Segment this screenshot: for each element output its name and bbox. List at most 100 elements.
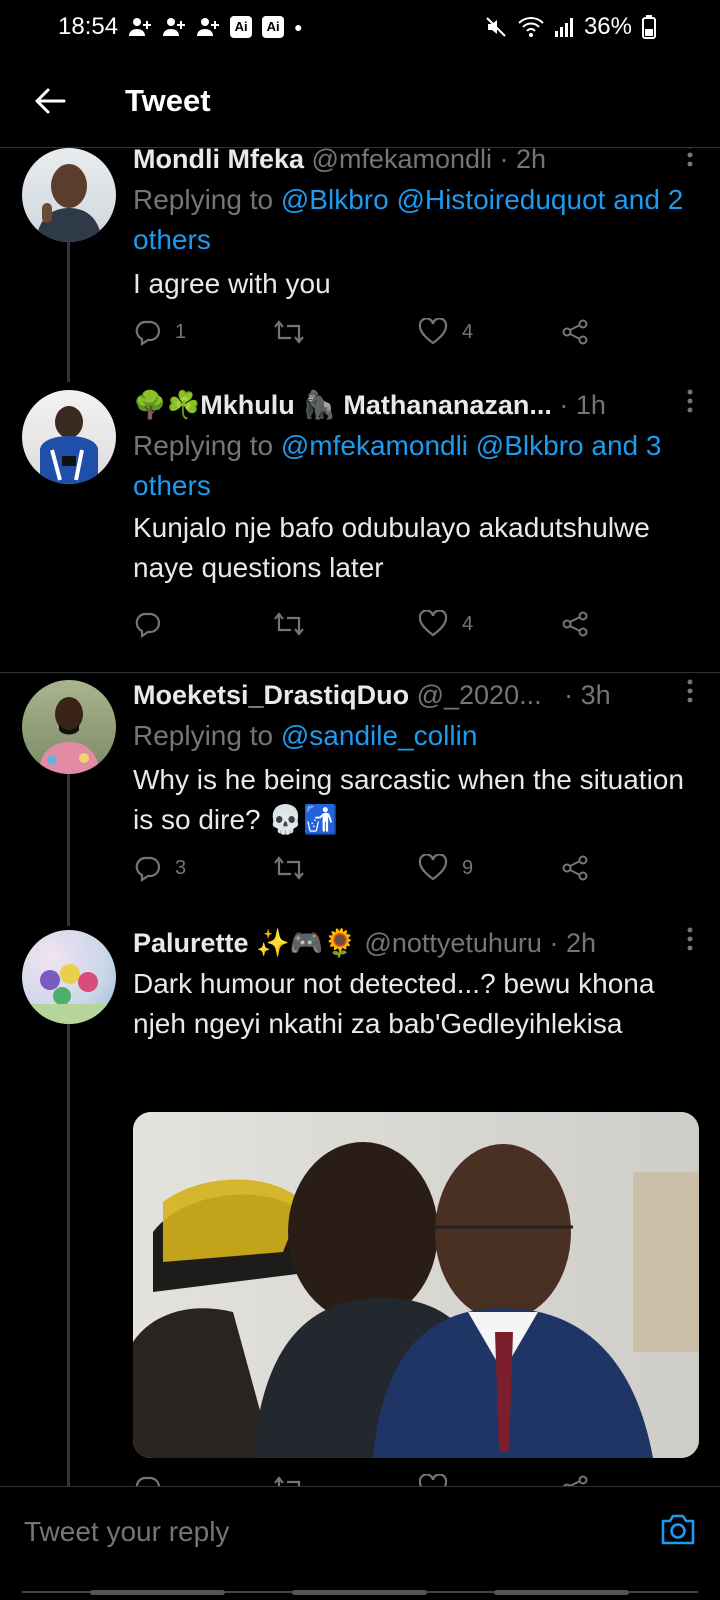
camera-icon[interactable] [658,1509,698,1549]
tweet[interactable]: Palurette ✨🎮🌻 @nottyetuhuru · 2h Dark hu… [133,926,693,1044]
tweet-actions-partial [133,1474,603,1486]
handle[interactable]: @mfekamondli [312,148,492,176]
more-options-icon[interactable] [680,678,700,704]
avatar-image [38,697,100,774]
retweet-button[interactable] [273,854,319,882]
battery-charging-icon [642,15,656,39]
display-name[interactable]: Mondli Mfeka [133,148,304,176]
avatar[interactable] [22,680,116,774]
replying-to: Replying to @Blkbro @Histoireduquot and … [133,180,692,260]
tweet-meta: Moeketsi_DrastiqDuo @_2020... · 3h [133,678,692,712]
nav-home-handle[interactable] [292,1590,427,1595]
like-count: 9 [462,856,474,879]
heart-icon [418,610,448,637]
share-button[interactable] [561,854,589,882]
avatar-image [40,406,98,484]
like-button[interactable]: 9 [418,854,473,882]
like-count: 4 [462,320,474,343]
nav-recent-handle[interactable] [90,1590,225,1595]
tweet[interactable]: Mondli Mfeka @mfekamondli · 2h Replying … [133,148,693,304]
photo-content [133,1112,699,1458]
share-icon [562,855,588,881]
tweet-meta: 🌳☘️ Mkhulu 🦍 Mathananazan... · 1h [133,388,692,422]
reply-button[interactable]: 1 [133,318,186,346]
mute-icon [486,17,506,37]
replying-to-mentions[interactable]: @sandile_collin [281,720,478,751]
back-button[interactable] [25,76,75,126]
thread-line [67,1024,70,1486]
add-person-icon [197,18,220,36]
display-name[interactable]: Moeketsi_DrastiqDuo [133,678,409,712]
tweet-meta: Palurette ✨🎮🌻 @nottyetuhuru · 2h [133,926,692,960]
reply-icon [135,1476,160,1486]
heart-icon [418,1474,448,1486]
heart-icon [418,318,448,345]
replying-to-prefix: Replying to [133,720,274,751]
signal-icon [554,18,573,37]
reply-feed[interactable]: Mondli Mfeka @mfekamondli · 2h Replying … [0,148,720,1486]
tweet-text: Why is he being sarcastic when the situa… [133,764,684,835]
avatar-image [22,964,116,1024]
tweet-actions: 4 [133,610,603,642]
reply-input[interactable] [22,1511,626,1553]
tweet-text: Dark humour not detected...? bewu khona … [133,968,655,1039]
nav-back-handle[interactable] [494,1590,629,1595]
more-options-icon[interactable] [680,926,700,952]
share-button[interactable] [561,610,589,638]
share-button[interactable] [561,1474,589,1486]
dot-icon: ● [294,19,303,35]
system-nav-bar [0,1586,720,1600]
retweet-button[interactable] [273,1474,305,1486]
tweet[interactable]: 🌳☘️ Mkhulu 🦍 Mathananazan... · 1h Replyin… [133,388,693,588]
handle[interactable]: @_2020... [417,678,542,712]
tweet-photo[interactable] [133,1112,699,1458]
reply-count: 1 [175,320,187,343]
status-bar-left: 18:54 Ai Ai ● [58,13,303,41]
reply-icon [135,320,161,346]
retweet-button[interactable] [273,318,319,346]
timestamp: · 2h [499,148,547,174]
divider [0,672,720,673]
avatar[interactable] [22,930,116,1024]
timestamp: · 1h [559,390,606,420]
heart-icon [418,854,448,881]
reply-button[interactable] [133,1474,161,1486]
more-options-icon[interactable] [680,388,700,414]
wifi-icon [518,17,544,37]
share-icon [562,1475,588,1486]
avatar[interactable] [22,390,116,484]
display-name[interactable]: Palurette ✨🎮🌻 [133,926,357,960]
tweet[interactable]: Moeketsi_DrastiqDuo @_2020... · 3h Reply… [133,678,693,840]
ai-badge-icon: Ai [262,16,285,38]
name-emoji: 🌳☘️ [133,390,201,420]
replying-to-prefix: Replying to [133,184,274,215]
retweet-button[interactable] [273,610,319,638]
share-icon [562,611,588,637]
timestamp: · 2h [549,928,596,958]
status-bar-right: 36% [484,13,656,41]
replying-to: Replying to @sandile_collin [133,716,692,756]
like-button[interactable] [418,1474,448,1486]
ai-badge-icon: Ai [230,16,253,38]
clock: 18:54 [58,13,119,40]
battery-level: 36% [583,13,632,40]
handle[interactable]: @nottyetuhuru [364,926,542,960]
avatar[interactable] [22,148,116,242]
add-person-icon [163,18,186,36]
back-arrow-icon [35,88,66,113]
reply-icon [135,856,161,882]
reply-button[interactable] [133,610,175,638]
retweet-icon [274,856,304,880]
like-button[interactable]: 4 [418,318,473,346]
status-bar: 18:54 Ai Ai ● 36% [0,0,720,54]
tweet-text: I agree with you [133,268,331,299]
reply-button[interactable]: 3 [133,854,186,882]
more-options-icon[interactable] [680,148,700,168]
display-name[interactable]: Mkhulu 🦍 Mathananazan... [200,388,552,422]
reply-icon [135,612,161,638]
replying-to-prefix: Replying to [133,430,274,461]
like-button[interactable]: 4 [418,610,473,638]
share-button[interactable] [561,318,589,346]
retweet-icon [274,320,304,344]
reply-composer [0,1486,720,1600]
